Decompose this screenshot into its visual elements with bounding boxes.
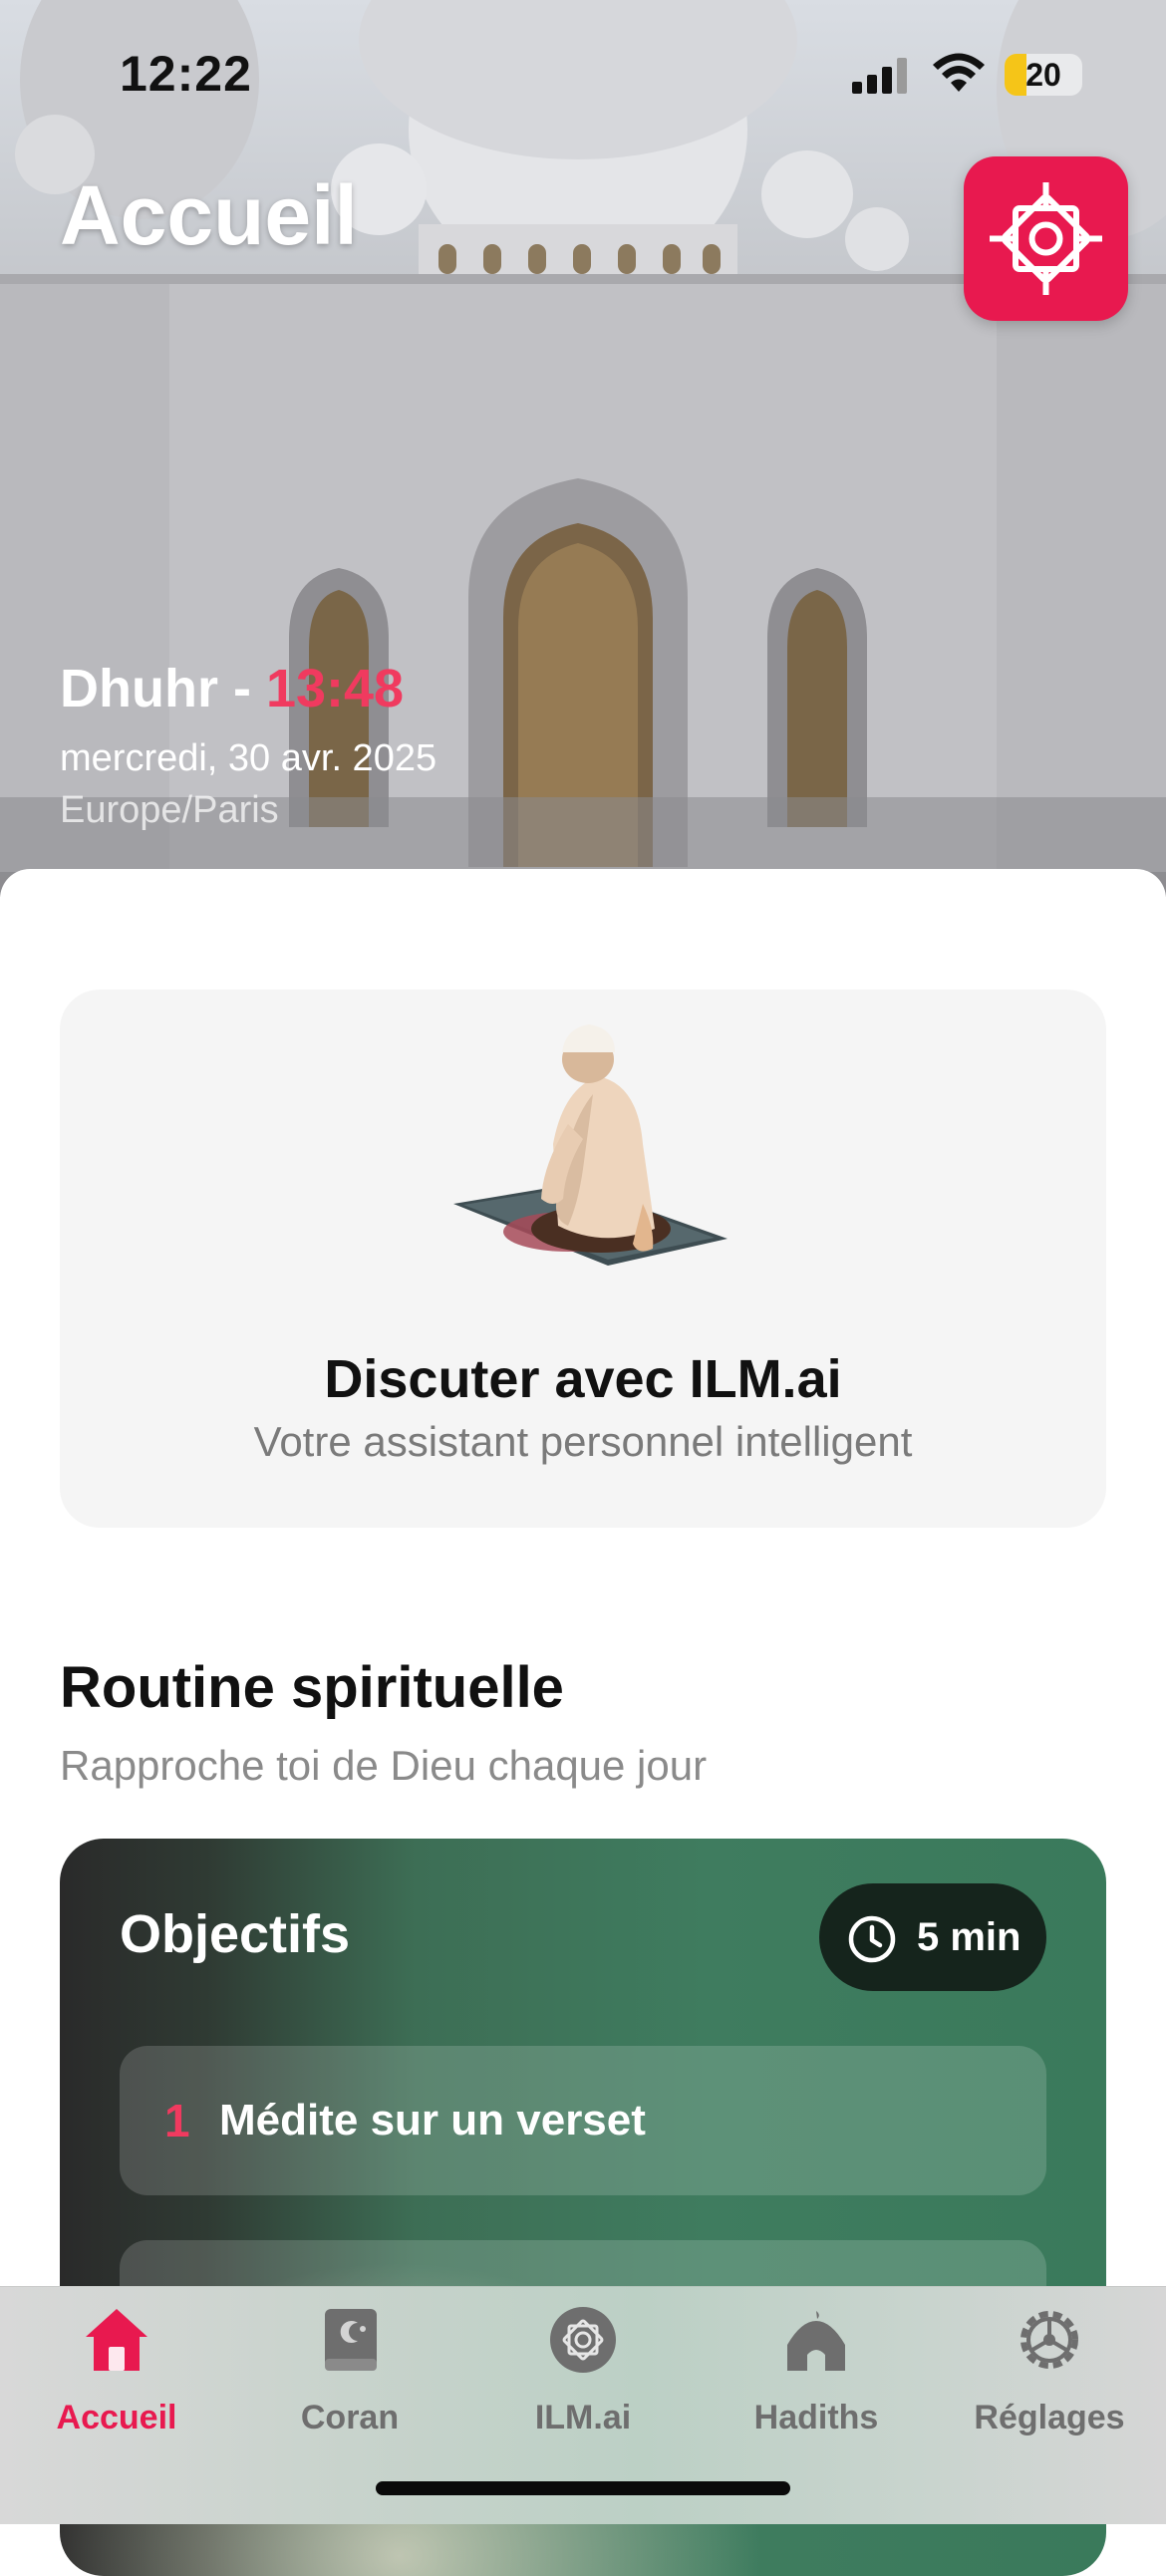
cellular-signal-icon — [852, 58, 907, 94]
next-prayer: Dhuhr - 13:48 — [60, 658, 404, 719]
goal-number: 1 — [164, 2095, 190, 2147]
prayer-time: 13:48 — [265, 659, 405, 718]
chat-card-title: Discuter avec ILM.ai — [324, 1349, 842, 1409]
tab-label: ILM.ai — [534, 2399, 632, 2436]
goal-item[interactable]: 1 Médite sur un verset — [120, 2046, 1046, 2195]
page-title: Accueil — [60, 168, 358, 262]
timezone-label: Europe/Paris — [60, 789, 279, 831]
ilm-logo-icon — [990, 182, 1102, 295]
routine-section-subtitle: Rapproche toi de Dieu chaque jour — [60, 1742, 708, 1789]
tab-accueil[interactable]: Accueil — [0, 2287, 233, 2456]
routine-section-title: Routine spirituelle — [60, 1655, 564, 1720]
ilm-logo-button[interactable] — [964, 156, 1128, 321]
duration-text: 5 min — [917, 1915, 1021, 1959]
routine-card-title: Objectifs — [120, 1904, 351, 1964]
prayer-date: mercredi, 30 avr. 2025 — [60, 737, 437, 779]
battery-level: 20 — [1025, 57, 1061, 93]
home-indicator[interactable] — [376, 2481, 790, 2495]
quran-book-icon — [325, 2309, 377, 2371]
chat-card-subtitle: Votre assistant personnel intelligent — [253, 1418, 913, 1465]
clock-icon — [848, 1915, 896, 1963]
chat-ilm-card[interactable]: Discuter avec ILM.ai Votre assistant per… — [60, 990, 1106, 1528]
settings-gear-icon — [1020, 2311, 1078, 2369]
tab-label: Réglages — [974, 2399, 1125, 2436]
tab-label: Coran — [300, 2399, 400, 2436]
praying-man-illustration — [453, 1024, 728, 1266]
battery-icon: 20 — [1005, 54, 1082, 96]
tab-label: Hadiths — [753, 2399, 879, 2436]
wifi-icon — [933, 53, 985, 92]
goal-label: Médite sur un verset — [219, 2096, 646, 2145]
duration-badge: 5 min — [819, 1883, 1046, 1991]
ilm-logo-icon — [550, 2307, 616, 2373]
tab-ilm-ai[interactable]: ILM.ai — [466, 2287, 700, 2456]
tab-label: Accueil — [56, 2399, 177, 2436]
prayer-name: Dhuhr - — [60, 659, 266, 718]
home-icon — [86, 2309, 147, 2371]
status-bar: 12:22 20 — [0, 0, 1166, 149]
mosque-icon — [787, 2311, 845, 2371]
status-time: 12:22 — [120, 46, 252, 102]
tab-coran[interactable]: Coran — [233, 2287, 466, 2456]
tab-hadiths[interactable]: Hadiths — [700, 2287, 933, 2456]
tab-reglages[interactable]: Réglages — [933, 2287, 1166, 2456]
